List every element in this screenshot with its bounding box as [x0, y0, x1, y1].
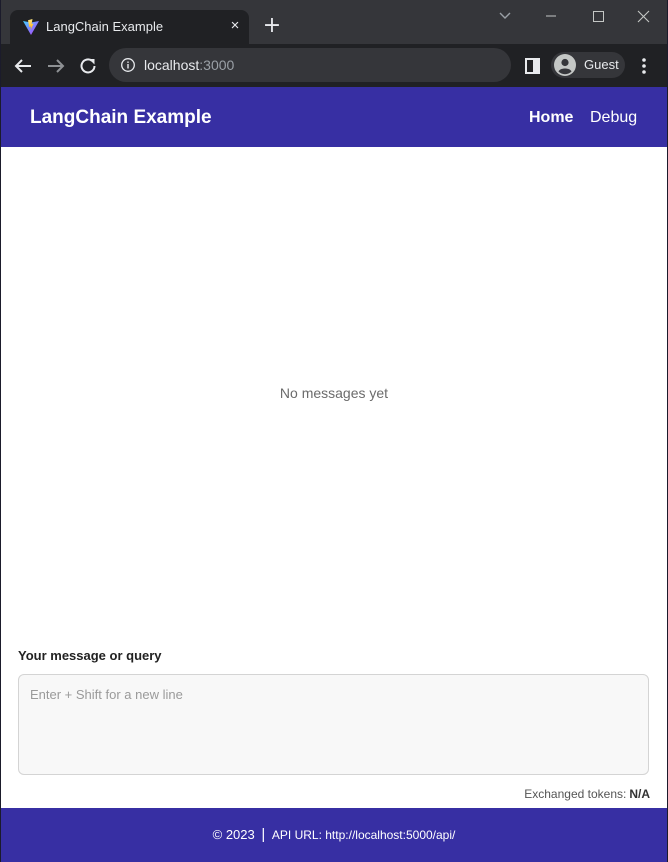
footer-separator: |	[261, 826, 266, 843]
arrow-right-icon[interactable]	[44, 54, 68, 78]
new-tab-button[interactable]: +	[261, 15, 283, 37]
browser-titlebar: LangChain Example × +	[1, 0, 667, 44]
footer-copyright: © 2023	[212, 827, 255, 842]
person-icon	[554, 54, 576, 76]
tokens-label: Exchanged tokens:	[524, 787, 627, 801]
arrow-left-icon[interactable]	[11, 54, 35, 78]
nav-link-debug[interactable]: Debug	[590, 109, 637, 127]
profile-button[interactable]: Guest	[551, 52, 625, 78]
minimize-icon[interactable]	[536, 6, 566, 26]
side-panel-icon[interactable]	[523, 56, 543, 76]
vite-logo-icon	[23, 19, 39, 35]
window-close-icon[interactable]	[629, 6, 659, 26]
tab-search-icon[interactable]	[495, 8, 515, 24]
footer-api-url: API URL: http://localhost:5000/api/	[271, 828, 456, 842]
app-title: LangChain Example	[30, 107, 212, 128]
browser-toolbar: localhost:3000 Guest	[1, 44, 667, 87]
kebab-menu-icon[interactable]	[635, 55, 653, 77]
url-host: localhost	[144, 57, 200, 73]
tab-close-icon[interactable]: ×	[226, 17, 244, 35]
reload-icon[interactable]	[76, 54, 100, 78]
message-input-label: Your message or query	[18, 648, 162, 663]
address-bar[interactable]: localhost:3000	[109, 48, 511, 82]
profile-label: Guest	[584, 57, 619, 72]
app-footer: © 2023 | API URL: http://localhost:5000/…	[1, 808, 667, 862]
tab-title: LangChain Example	[46, 19, 164, 34]
message-input[interactable]	[18, 674, 649, 775]
app-header: LangChain Example Home Debug	[1, 87, 667, 147]
browser-tab[interactable]: LangChain Example ×	[10, 10, 249, 44]
url-text[interactable]: localhost:3000	[144, 57, 234, 73]
info-icon[interactable]	[120, 57, 136, 73]
exchanged-tokens: Exchanged tokens: N/A	[524, 787, 650, 801]
tokens-value: N/A	[629, 787, 650, 801]
url-port: :3000	[199, 57, 235, 73]
nav-link-home[interactable]: Home	[529, 109, 573, 127]
browser-window: LangChain Example × + localhost:3000 Gue…	[1, 0, 667, 862]
maximize-icon[interactable]	[583, 6, 613, 26]
empty-messages-text: No messages yet	[279, 385, 389, 401]
